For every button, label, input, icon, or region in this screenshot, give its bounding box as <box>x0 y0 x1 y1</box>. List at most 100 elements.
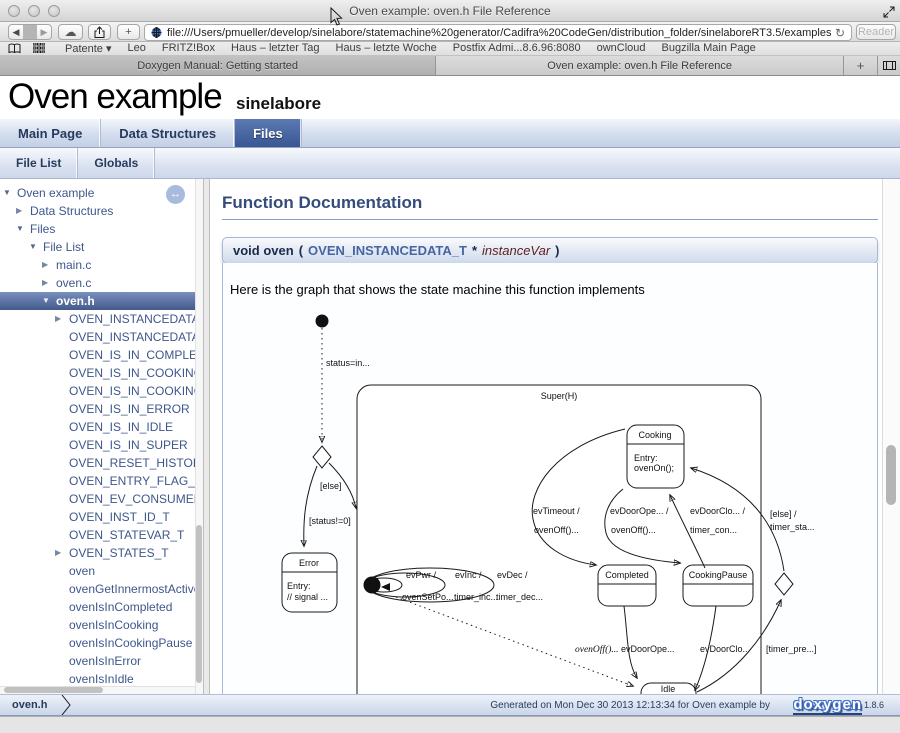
bookmark-item[interactable]: ownCloud <box>597 42 646 55</box>
sub-nav-tab[interactable]: Globals <box>78 148 155 178</box>
tree-expander-icon[interactable]: ▼ <box>29 238 43 256</box>
tree-item[interactable]: ▶ oven.c <box>0 274 195 292</box>
tree-item[interactable]: OVEN_IS_IN_ERROR <box>0 400 195 418</box>
svg-text:timer_inc...: timer_inc... <box>454 592 498 602</box>
breadcrumb-separator-icon <box>61 695 71 715</box>
project-name: Oven example <box>8 77 222 117</box>
tree-item[interactable]: OVEN_INSTANCEDATA_INIT <box>0 328 195 346</box>
bookmark-item[interactable]: Bugzilla Main Page <box>662 42 756 55</box>
tree-expander-icon[interactable]: ▶ <box>55 544 69 562</box>
svg-text:evDoorOpe...: evDoorOpe... <box>621 644 675 654</box>
tree-item[interactable]: OVEN_RESET_HISTORY_SUPI <box>0 454 195 472</box>
svg-text:(H): (H) <box>366 580 379 590</box>
content-vertical-scrollbar-thumb[interactable] <box>886 445 896 505</box>
reader-button[interactable]: Reader <box>856 24 896 40</box>
nav-tab[interactable]: Main Page <box>0 119 101 147</box>
tree-item[interactable]: oven <box>0 562 195 580</box>
browser-tab[interactable]: Oven example: oven.h File Reference <box>436 56 844 75</box>
sidebar-vertical-scrollbar-thumb[interactable] <box>196 525 202 683</box>
tree-item[interactable]: OVEN_EV_CONSUMED_FLAC <box>0 490 195 508</box>
bookmarks-sidebar-icon[interactable] <box>8 43 21 54</box>
bookmark-item[interactable]: FRITZ!Box <box>162 42 215 55</box>
tree-item[interactable]: ovenIsInCooking <box>0 616 195 634</box>
tree-item-label: oven.c <box>56 274 91 292</box>
browser-toolbar: ◀ ▶ ☁ + file:///Users/pmueller/develop/s… <box>0 22 900 42</box>
top-sites-icon[interactable] <box>33 43 45 53</box>
tree-item[interactable]: ovenIsInCookingPause <box>0 634 195 652</box>
svg-text:ovenSetPo...: ovenSetPo... <box>402 592 454 602</box>
proto-type-link[interactable]: OVEN_INSTANCEDATA_T <box>308 243 467 258</box>
tree-item[interactable]: ▼ Files <box>0 220 195 238</box>
bookmark-item[interactable]: Haus – letzte Woche <box>336 42 437 55</box>
window-titlebar: Oven example: oven.h File Reference <box>0 0 900 22</box>
state-error: Error Entry: // signal ... <box>282 553 337 612</box>
tree-expander-icon[interactable]: ▶ <box>16 202 30 220</box>
svg-text:[status!=0]: [status!=0] <box>309 516 351 526</box>
tree-item[interactable]: OVEN_IS_IN_COOKINGPAUS <box>0 382 195 400</box>
tree-item[interactable]: ovenIsInCompleted <box>0 598 195 616</box>
bookmark-item[interactable]: Haus – letzter Tag <box>231 42 319 55</box>
tree-expander-icon[interactable]: ▼ <box>16 220 30 238</box>
globe-favicon <box>151 27 162 38</box>
address-bar[interactable]: file:///Users/pmueller/develop/sinelabor… <box>144 24 852 41</box>
reload-icon[interactable]: ↻ <box>835 26 845 40</box>
new-tab-button[interactable]: + <box>117 24 140 40</box>
tree-item[interactable]: OVEN_IS_IN_IDLE <box>0 418 195 436</box>
icloud-tabs-button[interactable]: ☁ <box>58 24 83 40</box>
bookmark-item[interactable]: Patente ▾ <box>65 42 112 55</box>
tree-item-label: OVEN_IS_IN_COOKINGPAUS <box>69 382 195 400</box>
nav-tab[interactable]: Files <box>235 119 302 147</box>
breadcrumb[interactable]: oven.h <box>12 699 47 711</box>
tree-expander-icon[interactable]: ▼ <box>42 292 56 310</box>
tree-expander-icon[interactable]: ▶ <box>42 256 56 274</box>
tree-item[interactable]: OVEN_IS_IN_COOKING <box>0 364 195 382</box>
url-text: file:///Users/pmueller/develop/sinelabor… <box>167 27 831 39</box>
sync-toggle-icon[interactable]: ↔ <box>166 185 185 204</box>
sidebar-splitter[interactable] <box>203 179 210 694</box>
forward-button[interactable]: ▶ <box>37 27 51 38</box>
tree-expander-icon[interactable]: ▼ <box>3 184 17 202</box>
tree-item[interactable]: ▶ OVEN_INSTANCEDATA_T <box>0 310 195 328</box>
svg-text:evDoorClo... /: evDoorClo... / <box>690 506 746 516</box>
tree-item[interactable]: ▶ Data Structures <box>0 202 195 220</box>
bookmark-item[interactable]: Postfix Admi...8.6.96:8080 <box>453 42 581 55</box>
tree-item[interactable]: ▶ OVEN_STATES_T <box>0 544 195 562</box>
tree-item[interactable]: ▶ main.c <box>0 256 195 274</box>
content-vertical-scrollbar[interactable] <box>882 179 900 694</box>
tree-item[interactable]: OVEN_ENTRY_FLAG_T <box>0 472 195 490</box>
svg-text:evDoorOpe... /: evDoorOpe... / <box>610 506 669 516</box>
plus-icon: + <box>125 26 131 38</box>
share-button[interactable] <box>88 24 111 40</box>
add-tab-button[interactable]: + <box>844 56 878 75</box>
back-button[interactable]: ◀ <box>9 27 23 38</box>
tree-item[interactable]: ▼ File List <box>0 238 195 256</box>
svg-text:ovenOff()...: ovenOff()... <box>611 525 656 535</box>
function-prototype: void oven ( OVEN_INSTANCEDATA_T * instan… <box>222 237 878 264</box>
footer-navpath: oven.h Generated on Mon Dec 30 2013 12:1… <box>0 694 900 716</box>
tree-item-label: ovenIsInCompleted <box>69 598 172 616</box>
svg-text:ovenOff()...: ovenOff()... <box>575 644 619 655</box>
navigation-sidebar: ▼ Oven example ▶ Data Structures ▼ Files… <box>0 179 195 694</box>
tab-overview-button[interactable] <box>878 56 900 75</box>
tree-item[interactable]: OVEN_IS_IN_SUPER <box>0 436 195 454</box>
sidebar-horizontal-scrollbar-thumb[interactable] <box>4 687 103 693</box>
browser-tab[interactable]: Doxygen Manual: Getting started <box>0 56 436 75</box>
svg-text:ovenOff()...: ovenOff()... <box>534 525 579 535</box>
tree-item-label: ovenIsInCooking <box>69 616 158 634</box>
tree-expander-icon[interactable]: ▶ <box>55 310 69 328</box>
tree-item[interactable]: OVEN_IS_IN_COMPLETED <box>0 346 195 364</box>
tree-item[interactable]: ovenIsInError <box>0 652 195 670</box>
proto-paren-close: ) <box>555 243 559 258</box>
tree-item[interactable]: ▼ oven.h <box>0 292 195 310</box>
fullscreen-icon[interactable] <box>883 5 895 23</box>
sub-nav-tab[interactable]: File List <box>0 148 78 178</box>
tree-item-label: OVEN_INSTANCEDATA_T <box>69 310 195 328</box>
doxygen-logo[interactable]: doxygen <box>793 696 862 715</box>
nav-tab[interactable]: Data Structures <box>101 119 235 147</box>
doxygen-version: 1.8.6 <box>864 700 884 710</box>
tree-item[interactable]: OVEN_INST_ID_T <box>0 508 195 526</box>
bookmark-item[interactable]: Leo <box>128 42 146 55</box>
tree-item[interactable]: ovenGetInnermostActiveSta <box>0 580 195 598</box>
tree-expander-icon[interactable]: ▶ <box>42 274 56 292</box>
tree-item[interactable]: OVEN_STATEVAR_T <box>0 526 195 544</box>
